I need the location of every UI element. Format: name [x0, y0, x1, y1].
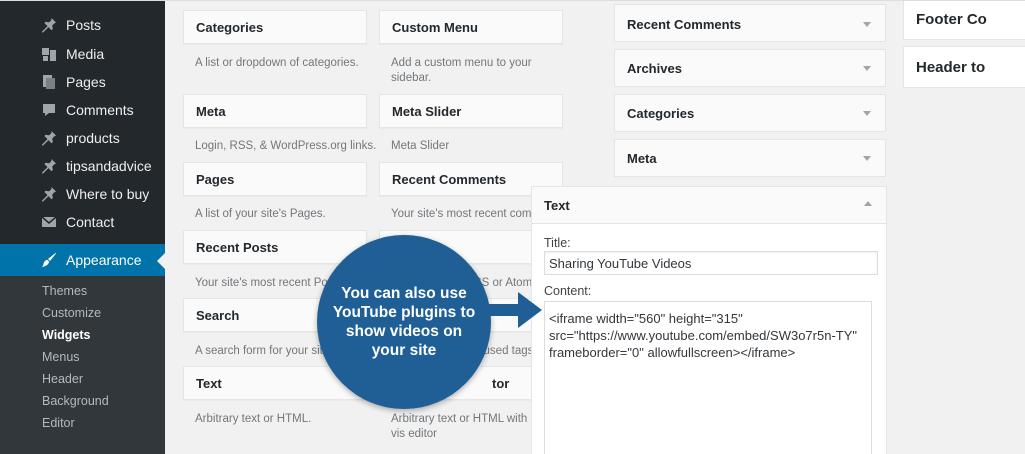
widget-tile-pages[interactable]: Pages — [183, 162, 367, 196]
text-widget-expanded: Text Title: Content: <iframe width="560"… — [531, 186, 887, 454]
submenu-item-header[interactable]: Header — [42, 372, 83, 386]
active-indicator-arrow — [157, 253, 165, 269]
widget-description: A list of your site's Pages. — [195, 208, 326, 220]
chevron-down-icon[interactable] — [863, 22, 871, 27]
sidebar-item-pages[interactable]: Pages — [0, 68, 165, 96]
widget-title: Recent Comments — [392, 172, 507, 187]
media-icon — [40, 45, 58, 63]
widget-description: A list or dropdown of categories. — [195, 57, 359, 69]
widget-title: Pages — [196, 172, 235, 187]
brush-icon — [40, 251, 58, 269]
widget-title: Search — [196, 308, 240, 323]
sidebar-item-label: tipsandadvice — [66, 158, 152, 174]
callout-arrow-icon — [478, 292, 542, 328]
chevron-down-icon[interactable] — [863, 156, 871, 161]
widget-area-title: Header to — [916, 59, 986, 76]
widget-description: Your site's most recent comme — [391, 208, 531, 220]
pin-icon — [40, 129, 58, 147]
widget-title: tor — [492, 376, 510, 391]
sidebar-item-label: Appearance — [66, 252, 142, 268]
widget-description: Login, RSS, & WordPress.org links. — [195, 140, 377, 152]
widget-title: Categories — [627, 106, 695, 121]
widget-title: Meta — [627, 151, 657, 166]
widget-description: Meta Slider — [391, 140, 450, 152]
area-widget-meta[interactable]: Meta — [614, 139, 886, 177]
mail-icon — [40, 213, 58, 231]
widget-tile-categories[interactable]: Categories — [183, 10, 367, 44]
widget-tile-meta-slider[interactable]: Meta Slider — [379, 94, 563, 128]
widgets-main: Categories A list or dropdown of categor… — [165, 0, 1025, 454]
top-border — [0, 0, 1025, 1]
sidebar-item-posts[interactable]: Posts — [0, 11, 165, 39]
widget-area-footer[interactable]: Footer Co — [903, 0, 1025, 40]
widget-tile-meta[interactable]: Meta — [183, 94, 367, 128]
submenu-item-customize[interactable]: Customize — [42, 306, 101, 320]
sidebar-item-media[interactable]: Media — [0, 40, 165, 68]
area-widget-recent-comments[interactable]: Recent Comments — [614, 4, 886, 42]
pin-icon — [40, 16, 58, 34]
appearance-submenu: Themes Customize Widgets Menus Header Ba… — [0, 276, 165, 454]
content-label: Content: — [544, 284, 592, 298]
sidebar-item-appearance[interactable]: Appearance — [0, 244, 165, 276]
widget-tile-custom-menu[interactable]: Custom Menu — [379, 10, 563, 44]
widget-area-header[interactable]: Header to — [903, 46, 1025, 88]
submenu-item-menus[interactable]: Menus — [42, 350, 80, 364]
widget-title: Custom Menu — [392, 20, 478, 35]
widget-title: Text — [544, 198, 570, 213]
sidebar-item-products[interactable]: products — [0, 124, 165, 152]
sidebar-item-comments[interactable]: Comments — [0, 96, 165, 124]
chevron-up-icon[interactable] — [864, 201, 872, 206]
text-widget-header[interactable]: Text — [532, 187, 886, 224]
sidebar-item-label: Pages — [66, 74, 106, 90]
sidebar-item-tipsandadvice[interactable]: tipsandadvice — [0, 152, 165, 180]
chevron-down-icon[interactable] — [863, 111, 871, 116]
screenshot-frame: Posts Media Pages Comments products tips… — [0, 0, 1025, 454]
sidebar-item-label: Comments — [66, 102, 134, 118]
pin-icon — [40, 157, 58, 175]
widget-title: Archives — [627, 61, 682, 76]
widget-tile-recent-posts[interactable]: Recent Posts — [183, 230, 367, 264]
sidebar-item-label: Contact — [66, 214, 115, 230]
sidebar-item-label: products — [66, 130, 120, 146]
submenu-item-background[interactable]: Background — [42, 394, 109, 408]
submenu-item-editor[interactable]: Editor — [42, 416, 75, 430]
submenu-item-widgets[interactable]: Widgets — [42, 328, 91, 342]
widget-title-input[interactable] — [544, 251, 878, 275]
sidebar-item-contact[interactable]: Contact — [0, 208, 165, 236]
widget-description: Arbitrary text or HTML. — [195, 413, 312, 425]
sidebar-item-label: Where to buy — [66, 186, 150, 202]
widget-description: Add a custom menu to your sidebar. — [391, 57, 532, 84]
area-widget-categories[interactable]: Categories — [614, 94, 886, 132]
submenu-item-themes[interactable]: Themes — [42, 284, 87, 298]
far-right-widget-areas: Footer Co Header to — [903, 0, 1025, 454]
widget-area-title: Footer Co — [916, 11, 987, 28]
sidebar-item-label: Media — [66, 46, 105, 62]
chevron-down-icon[interactable] — [863, 66, 871, 71]
widget-title: Recent Comments — [627, 17, 742, 32]
callout-bubble: You can also use YouTube plugins to show… — [317, 235, 491, 409]
pin-icon — [40, 185, 58, 203]
widget-title: Recent Posts — [196, 240, 279, 255]
widget-title: Meta Slider — [392, 104, 462, 119]
admin-sidebar: Posts Media Pages Comments products tips… — [0, 0, 165, 454]
callout-text: You can also use YouTube plugins to show… — [332, 285, 476, 359]
title-label: Title: — [544, 236, 571, 250]
widget-title: Categories — [196, 20, 264, 35]
area-widget-archives[interactable]: Archives — [614, 49, 886, 87]
pages-icon — [40, 73, 58, 91]
comment-icon — [40, 101, 58, 119]
widget-description: Arbitrary text or HTML with vis editor — [391, 413, 528, 440]
sidebar-item-label: Posts — [66, 17, 102, 33]
widget-title: Meta — [196, 104, 226, 119]
widget-title: Text — [196, 376, 222, 391]
sidebar-item-where-to-buy[interactable]: Where to buy — [0, 180, 165, 208]
widget-content-textarea[interactable]: <iframe width="560" height="315" src="ht… — [544, 301, 872, 454]
